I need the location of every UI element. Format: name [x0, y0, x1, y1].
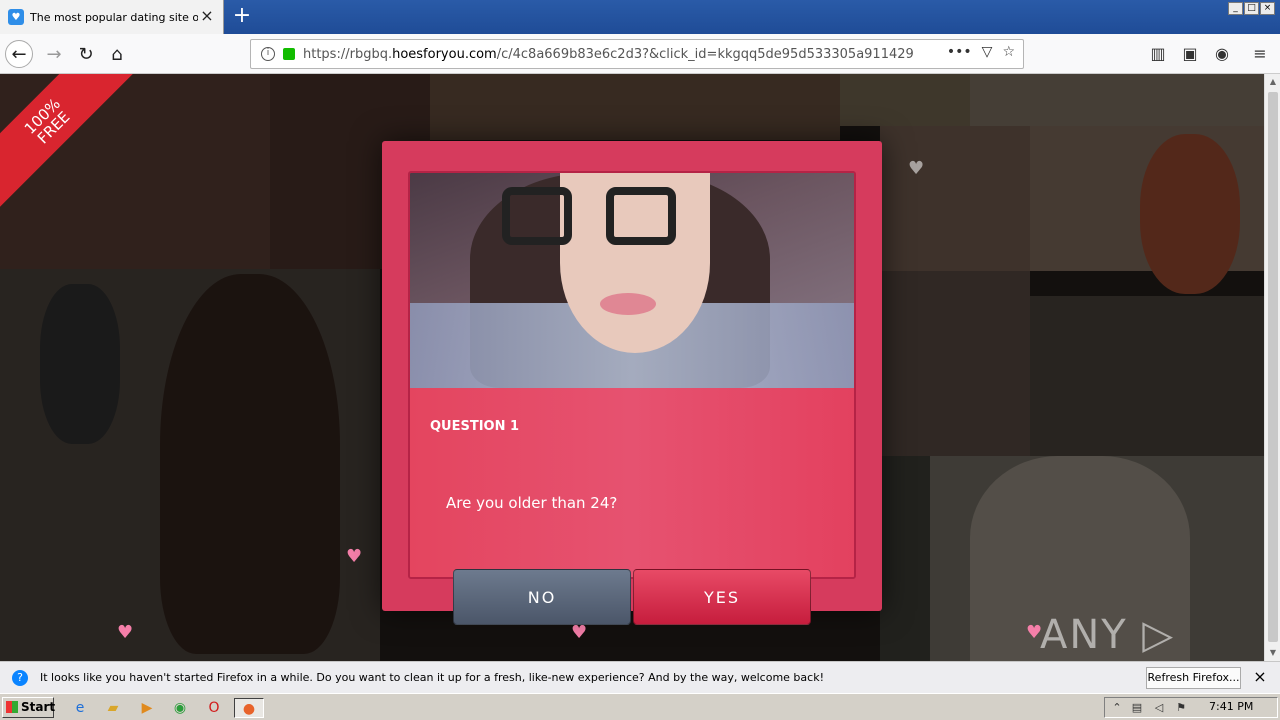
opera-icon[interactable]: O	[204, 698, 224, 718]
clock: 7:41 PM	[1209, 700, 1254, 713]
no-button[interactable]: NO	[453, 569, 631, 625]
library-icon[interactable]: ▥	[1148, 44, 1168, 64]
scroll-down-icon[interactable]: ▼	[1265, 645, 1280, 661]
firefox-icon[interactable]: ●	[234, 698, 264, 718]
start-label: Start	[21, 700, 56, 714]
url-path: /c/4c8a669b83e6c2d3?&click_id=kkgqq5de95…	[496, 46, 913, 62]
close-window-button[interactable]: ×	[1260, 2, 1275, 15]
heart-icon: ♥	[571, 622, 588, 643]
tab-close-icon[interactable]: ×	[199, 8, 215, 24]
system-tray: ⌃ ▤ ◁ ⚑ 7:41 PM	[1104, 697, 1278, 718]
notification-close-icon[interactable]: ×	[1251, 668, 1269, 686]
heart-icon: ♥	[117, 622, 134, 643]
glasses-left	[502, 187, 572, 245]
help-icon: ?	[12, 669, 28, 686]
explorer-icon[interactable]: ▰	[103, 698, 123, 718]
home-button[interactable]: ⌂	[103, 40, 131, 68]
info-icon[interactable]: i	[261, 47, 275, 61]
glasses-right	[606, 187, 676, 245]
scroll-thumb[interactable]	[1268, 92, 1278, 642]
arrow-left-icon: ←	[11, 43, 27, 65]
reload-button[interactable]: ↻	[72, 40, 100, 68]
url-prefix: https://rbgbq.	[303, 46, 393, 62]
yes-button[interactable]: YES	[633, 569, 811, 625]
notification-text: It looks like you haven't started Firefo…	[40, 671, 824, 684]
browser-tab-active[interactable]: ♥ The most popular dating site of th ×	[0, 0, 224, 34]
new-tab-button[interactable]: +	[230, 4, 254, 28]
lock-icon[interactable]	[283, 48, 295, 60]
tab-title: The most popular dating site of th	[30, 10, 198, 24]
windows-logo-icon	[6, 701, 18, 713]
arrow-right-icon: →	[46, 43, 62, 65]
ie-icon[interactable]: e	[70, 698, 90, 718]
question-panel: QUESTION 1 Are you older than 24?	[410, 388, 854, 577]
back-button[interactable]: ←	[5, 40, 33, 68]
profile-photo	[410, 173, 854, 388]
sidebar-icon[interactable]: ▣	[1180, 44, 1200, 64]
question-modal: QUESTION 1 Are you older than 24? NO YES	[382, 141, 882, 625]
site-favicon-icon: ♥	[8, 9, 24, 25]
tray-expand-icon[interactable]: ⌃	[1109, 700, 1125, 716]
page-actions-button[interactable]: •••	[947, 44, 972, 60]
notification-bar: ? It looks like you haven't started Fire…	[0, 661, 1280, 693]
question-number: QUESTION 1	[430, 419, 520, 434]
url-bar[interactable]: i https://rbgbq.hoesforyou.com/c/4c8a669…	[250, 39, 1024, 69]
maximize-button[interactable]: □	[1244, 2, 1259, 15]
tab-strip: ♥ The most popular dating site of th × +…	[0, 0, 1280, 34]
question-card: QUESTION 1 Are you older than 24?	[408, 171, 856, 579]
url-text[interactable]: https://rbgbq.hoesforyou.com/c/4c8a669b8…	[303, 47, 913, 62]
home-icon: ⌂	[111, 43, 123, 65]
photo-lips	[600, 293, 656, 315]
start-button[interactable]: Start	[2, 697, 56, 718]
media-player-icon[interactable]: ▶	[137, 698, 157, 718]
minimize-button[interactable]: _	[1228, 2, 1243, 15]
url-domain: hoesforyou.com	[392, 46, 497, 62]
heart-icon: ♥	[908, 158, 925, 179]
account-icon[interactable]: ◉	[1212, 44, 1232, 64]
flag-icon[interactable]: ⚑	[1173, 700, 1189, 716]
forward-button[interactable]: →	[40, 40, 68, 68]
url-actions: ••• ▽ ☆	[947, 44, 1015, 60]
scroll-up-icon[interactable]: ▲	[1265, 74, 1280, 90]
chrome-icon[interactable]: ◉	[170, 698, 190, 718]
volume-icon[interactable]: ◁	[1151, 700, 1167, 716]
menu-icon[interactable]: ≡	[1250, 44, 1270, 64]
taskbar: Start e ▰ ▶ ◉ O ● ⌃ ▤ ◁ ⚑ 7:41 PM	[0, 693, 1280, 720]
pocket-icon[interactable]: ▽	[982, 44, 993, 60]
navigation-toolbar: ← → ↻ ⌂ i https://rbgbq.hoesforyou.com/c…	[0, 34, 1280, 74]
network-icon[interactable]: ▤	[1129, 700, 1145, 716]
page-scrollbar[interactable]: ▲ ▼	[1264, 74, 1280, 661]
question-text: Are you older than 24?	[446, 494, 618, 512]
refresh-firefox-button[interactable]: Refresh Firefox...	[1146, 667, 1241, 689]
reload-icon: ↻	[78, 43, 94, 65]
bookmark-star-icon[interactable]: ☆	[1002, 44, 1015, 60]
heart-icon: ♥	[346, 546, 363, 567]
